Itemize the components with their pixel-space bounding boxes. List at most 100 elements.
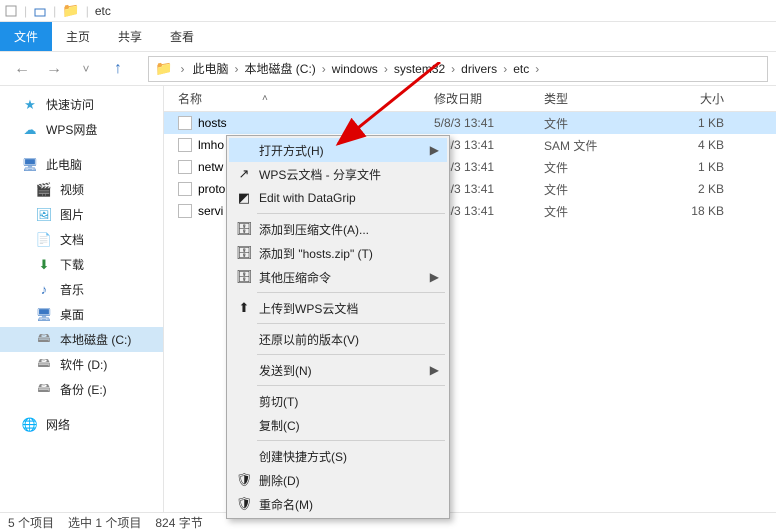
sidebar-item[interactable]: 🖴 软件 (D:) (0, 352, 163, 377)
menu-item-label: Edit with DataGrip (259, 191, 356, 205)
menu-item[interactable]: 🗄添加到压缩文件(A)... (229, 217, 447, 241)
col-date[interactable]: 修改日期 (434, 90, 544, 107)
window-icon[interactable] (4, 4, 18, 18)
archive-icon: 🗄 (235, 244, 253, 262)
sidebar-item[interactable]: 🖴备份 (E:) (0, 377, 163, 402)
sidebar-item-label: 图片 (60, 206, 84, 223)
sidebar-item-label: 软件 (D:) (60, 356, 107, 373)
menu-separator (257, 292, 445, 293)
sidebar-item[interactable]: ★快速访问 (0, 92, 163, 117)
menu-separator (257, 440, 445, 441)
menu-item[interactable]: ⬆上传到WPS云文档 (229, 296, 447, 320)
status-count: 5 个项目 (8, 514, 54, 531)
menu-separator (257, 213, 445, 214)
file-date: 5/8/3 13:41 (434, 138, 544, 152)
file-type: 文件 (544, 181, 644, 198)
menu-item[interactable]: 复制(C) (229, 413, 447, 437)
tab-file[interactable]: 文件 (0, 22, 52, 51)
menu-item[interactable]: ↗WPS云文档 - 分享文件 (229, 162, 447, 186)
file-size: 1 KB (644, 116, 734, 130)
music-icon: ♪ (36, 282, 52, 298)
sidebar-item[interactable]: ☁WPS网盘 (0, 117, 163, 142)
sidebar-item-label: 网络 (46, 416, 70, 433)
breadcrumb-item[interactable]: windows (328, 60, 382, 78)
menu-item[interactable]: 🛡重命名(M) (229, 492, 447, 516)
nav-up[interactable]: ↑ (104, 55, 132, 83)
chevron-right-icon[interactable]: › (320, 62, 328, 76)
sidebar-item[interactable]: 🖼 图片 (0, 202, 163, 227)
file-row[interactable]: hosts5/8/3 13:41文件1 KB (164, 112, 776, 134)
tab-view[interactable]: 查看 (156, 22, 208, 51)
tab-share[interactable]: 共享 (104, 22, 156, 51)
col-type[interactable]: 类型 (544, 90, 644, 107)
chevron-right-icon[interactable]: › (501, 62, 509, 76)
sidebar-item[interactable]: 🎬视频 (0, 177, 163, 202)
menu-item-label: 上传到WPS云文档 (259, 300, 358, 317)
menu-item-label: 还原以前的版本(V) (259, 331, 359, 348)
desktop-icon: 🖥 (36, 307, 52, 323)
quick-access-btn[interactable] (33, 4, 47, 18)
breadcrumb-item[interactable]: drivers (457, 60, 501, 78)
image-icon: 🖼 (36, 207, 52, 223)
cloud-icon: ☁ (22, 122, 38, 138)
menu-item-label: 打开方式(H) (259, 142, 324, 159)
menu-item-label: 重命名(M) (259, 496, 313, 513)
menu-item-label: 添加到 "hosts.zip" (T) (259, 245, 373, 262)
menu-item[interactable]: 剪切(T) (229, 389, 447, 413)
breadcrumb-item[interactable]: 此电脑 (188, 60, 232, 78)
file-date: 5/8/3 13:41 (434, 160, 544, 174)
file-name: proto (198, 182, 225, 196)
sidebar-item[interactable]: ♪音乐 (0, 277, 163, 302)
nav-recent[interactable]: ˅ (72, 55, 100, 83)
sidebar-item-label: 快速访问 (46, 96, 94, 113)
chevron-right-icon[interactable]: › (178, 62, 186, 76)
menu-item[interactable]: 创建快捷方式(S) (229, 444, 447, 468)
menu-item[interactable]: 🗄其他压缩命令▶ (229, 265, 447, 289)
nav-back[interactable]: ← (8, 55, 36, 83)
sidebar-item-label: 本地磁盘 (C:) (60, 331, 131, 348)
chevron-right-icon[interactable]: › (382, 62, 390, 76)
sidebar-item-label: 视频 (60, 181, 84, 198)
file-date: 5/8/3 13:41 (434, 182, 544, 196)
menu-item[interactable]: ◩Edit with DataGrip (229, 186, 447, 210)
file-type: 文件 (544, 203, 644, 220)
sidebar-item[interactable]: 🖥 桌面 (0, 302, 163, 327)
folder-icon: 📁 (62, 2, 79, 19)
file-name: hosts (198, 116, 227, 130)
col-size[interactable]: 大小 (644, 90, 734, 107)
breadcrumb[interactable]: 📁 › 此电脑›本地磁盘 (C:)›windows›system32›drive… (148, 56, 768, 82)
chevron-right-icon[interactable]: › (449, 62, 457, 76)
col-name[interactable]: 名称˄ (164, 90, 434, 107)
status-bytes: 824 字节 (155, 514, 202, 531)
sidebar-item[interactable]: 🖥此电脑 (0, 152, 163, 177)
menu-item-label: 发送到(N) (259, 362, 312, 379)
nav-forward[interactable]: → (40, 55, 68, 83)
file-name: lmho (198, 138, 224, 152)
sidebar: ★快速访问☁WPS网盘🖥此电脑🎬视频🖼图片📄文档⬇下载♪音乐🖥桌面🖴本地磁盘 (… (0, 86, 164, 512)
sidebar-item[interactable]: 🌐网络 (0, 412, 163, 437)
chevron-right-icon: ▶ (430, 363, 439, 377)
disk-icon: 🖴 (36, 357, 52, 373)
menu-item[interactable]: 发送到(N) ▶ (229, 358, 447, 382)
menu-item[interactable]: 🗄 添加到 "hosts.zip" (T) (229, 241, 447, 265)
breadcrumb-item[interactable]: system32 (390, 60, 449, 78)
sidebar-item[interactable]: 📄 文档 (0, 227, 163, 252)
tab-home[interactable]: 主页 (52, 22, 104, 51)
file-size: 1 KB (644, 160, 734, 174)
ribbon-tabs: 文件 主页 共享 查看 (0, 22, 776, 52)
download-icon: ⬇ (36, 257, 52, 273)
sidebar-item-label: 文档 (60, 231, 84, 248)
menu-item[interactable]: 🛡删除(D) (229, 468, 447, 492)
breadcrumb-item[interactable]: etc (509, 60, 533, 78)
sidebar-item-label: 下载 (60, 256, 84, 273)
breadcrumb-item[interactable]: 本地磁盘 (C:) (240, 60, 319, 78)
chevron-right-icon[interactable]: › (533, 62, 541, 76)
sidebar-item-label: 桌面 (60, 306, 84, 323)
pc-icon: 🖥 (22, 157, 38, 173)
menu-item-label: 创建快捷方式(S) (259, 448, 347, 465)
doc-icon: 📄 (36, 232, 52, 248)
menu-item[interactable]: 还原以前的版本(V) (229, 327, 447, 351)
sidebar-item[interactable]: ⬇ 下载 (0, 252, 163, 277)
menu-item[interactable]: 打开方式(H)▶ (229, 138, 447, 162)
sidebar-item[interactable]: 🖴本地磁盘 (C:) (0, 327, 163, 352)
